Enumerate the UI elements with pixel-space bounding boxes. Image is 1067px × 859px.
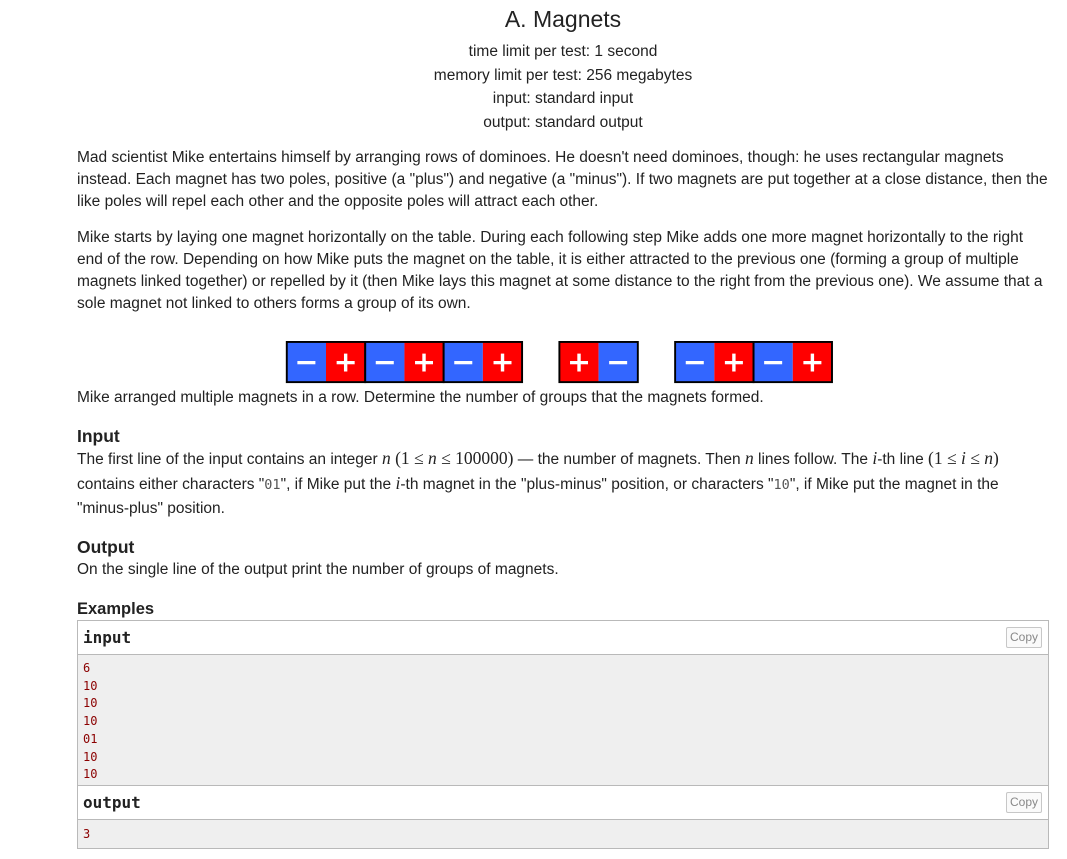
magnet: − +	[285, 341, 367, 384]
plus-symbol: +	[490, 345, 514, 379]
input-text-5: contains either characters "	[77, 475, 265, 493]
examples-section: Examples input Copy 6 10 10 10 01 10 10 …	[77, 598, 1049, 849]
sample-input-line: 10	[83, 749, 98, 764]
magnet: − +	[752, 341, 833, 384]
copy-input-button[interactable]: Copy	[1005, 627, 1042, 648]
input-text-4: -th line	[877, 451, 929, 468]
output-section-text: On the single line of the output print t…	[77, 561, 559, 578]
legend-caption: Mike arranged multiple magnets in a row.…	[77, 389, 764, 406]
input-spec: input: standard input	[492, 90, 634, 107]
copy-output-button[interactable]: Copy	[1005, 792, 1042, 813]
minus-symbol: −	[294, 345, 318, 379]
input-text-1: The first line of the input contains an …	[77, 451, 383, 468]
sample-output-content[interactable]: 3	[78, 820, 1048, 848]
sample-output-label: output	[83, 793, 141, 812]
sample-input-line: 01	[83, 731, 98, 746]
sample-input-line: 10	[83, 696, 98, 711]
magnet-group: − + − + − +	[285, 341, 524, 384]
sample-input-line: 10	[83, 714, 98, 729]
sample-output-header: output Copy	[78, 786, 1048, 820]
input-text-7: -th magnet in the "plus-minus" position,…	[400, 475, 774, 493]
input-section-text: The first line of the input contains an …	[77, 447, 1049, 521]
magnet: + −	[558, 341, 639, 384]
problem-header: A. Magnets time limit per test: 1 second…	[77, 6, 1049, 134]
problem-statement: A. Magnets time limit per test: 1 second…	[77, 0, 1049, 849]
minus-symbol: −	[451, 345, 475, 379]
magnet: − +	[364, 341, 445, 384]
sample-input-line: 10	[83, 767, 98, 782]
sample-output-line: 3	[83, 827, 91, 841]
plus-symbol: +	[722, 345, 746, 379]
input-text-6: ", if Mike put the	[280, 475, 396, 493]
code-10: 10	[773, 476, 790, 493]
magnet-group: − + − +	[674, 341, 833, 384]
math-range-i: (1 ≤ i ≤ n)	[928, 448, 999, 468]
sample-input-label: input	[83, 628, 132, 647]
examples-title: Examples	[77, 600, 155, 618]
magnet-group: + −	[558, 341, 639, 384]
math-n-2: n	[744, 448, 754, 468]
legend-paragraph-2: Mike starts by laying one magnet horizon…	[77, 229, 1043, 312]
output-section: Output On the single line of the output …	[77, 536, 1049, 582]
plus-symbol: +	[412, 345, 436, 379]
memory-limit: memory limit per test: 256 megabytes	[433, 66, 693, 84]
output-spec: output: standard output	[483, 113, 643, 131]
sample-input-header: input Copy	[78, 621, 1048, 655]
magnet: − +	[442, 341, 524, 384]
plus-symbol: +	[567, 345, 591, 379]
output-section-title: Output	[77, 537, 135, 557]
time-limit: time limit per test: 1 second	[468, 43, 658, 60]
plus-symbol: +	[334, 345, 358, 379]
minus-symbol: −	[683, 345, 707, 379]
legend: Mad scientist Mike entertains himself by…	[77, 147, 1049, 315]
minus-symbol: −	[373, 345, 397, 379]
input-text-3: lines follow. The	[753, 451, 873, 468]
minus-symbol: −	[761, 345, 785, 379]
code-01: 01	[264, 476, 281, 493]
input-text-2: — the number of magnets. Then	[513, 451, 745, 468]
minus-symbol: −	[606, 345, 630, 379]
sample-input-box: input Copy 6 10 10 10 01 10 10	[77, 620, 1049, 786]
input-section: Input The first line of the input contai…	[77, 425, 1049, 521]
sample-output-box: output Copy 3	[77, 786, 1049, 849]
magnet: − +	[674, 341, 755, 384]
sample-input-line: 6	[83, 661, 91, 675]
math-range-n: (1 ≤ n ≤ 100000)	[395, 448, 514, 468]
problem-title: A. Magnets	[504, 6, 622, 32]
legend-paragraph-1: Mad scientist Mike entertains himself by…	[77, 149, 1048, 210]
input-section-title: Input	[77, 426, 120, 446]
sample-input-content[interactable]: 6 10 10 10 01 10 10	[78, 655, 1048, 785]
plus-symbol: +	[800, 345, 824, 379]
math-n: n	[382, 448, 391, 468]
problem-limits: time limit per test: 1 second memory lim…	[77, 40, 1049, 134]
magnets-figure: − + − + − + + − − + − +	[285, 341, 833, 384]
sample-input-line: 10	[83, 678, 98, 693]
